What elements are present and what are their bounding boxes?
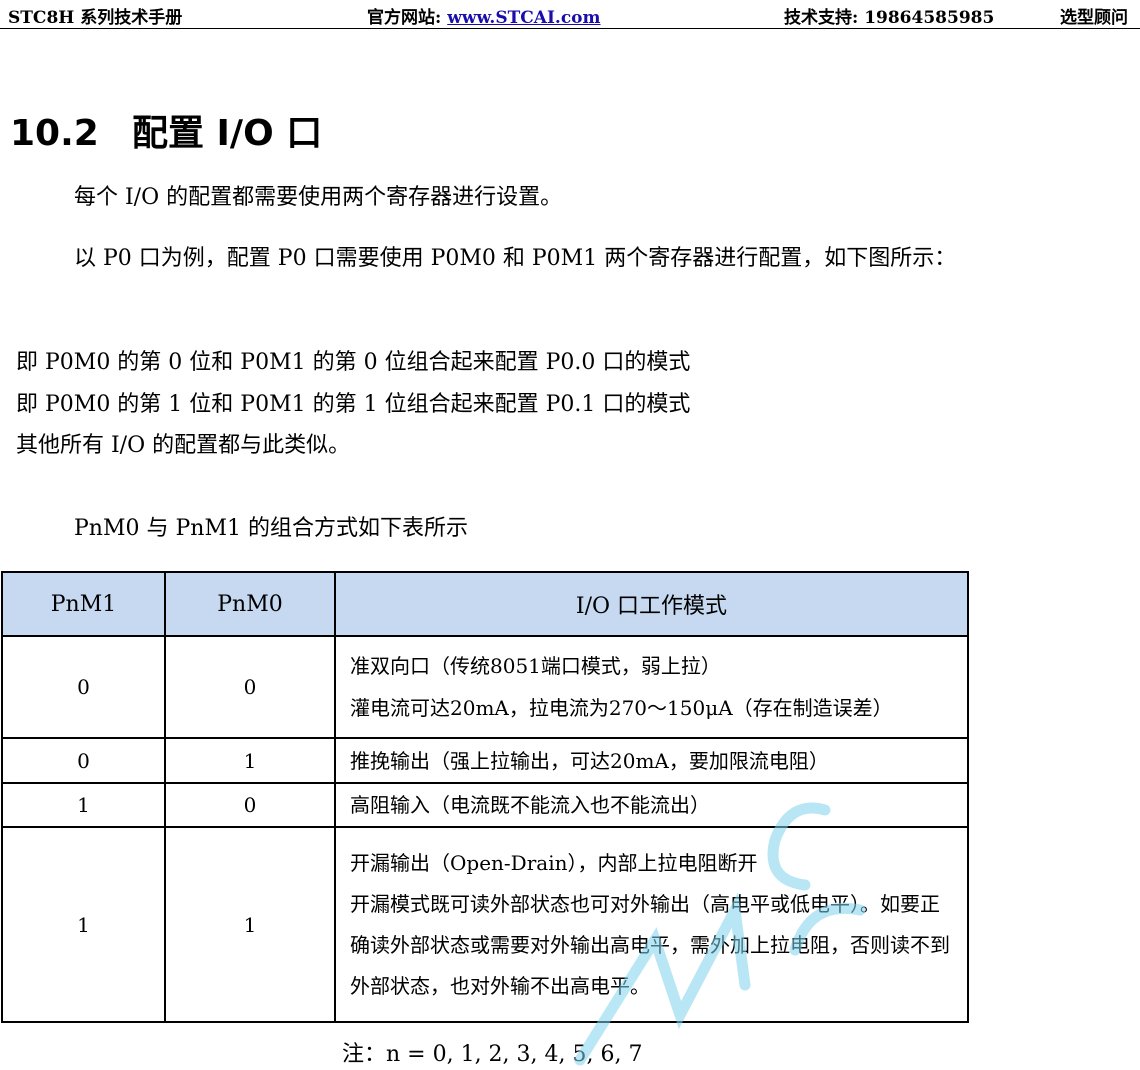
page-header: STC8H 系列技术手册 官方网站: www.STCAI.com 技术支持: 1… xyxy=(0,0,1140,30)
cell-mode: 开漏输出（Open-Drain），内部上拉电阻断开 开漏模式既可读外部状态也可对… xyxy=(334,826,969,1023)
website-label: 官方网站: xyxy=(367,8,448,28)
mode-line: 高阻输入（电流既不能流入也不能流出） xyxy=(350,793,710,817)
mode-line: 推挽输出（强上拉输出，可达20mA，要加限流电阻） xyxy=(350,748,829,773)
manual-title: STC8H 系列技术手册 xyxy=(8,8,183,28)
table-caption: PnM0 与 PnM1 的组合方式如下表所示 xyxy=(74,516,468,541)
cell-pnm0: 1 xyxy=(164,826,336,1023)
paragraph-bit0: 即 P0M0 的第 0 位和 P0M1 的第 0 位组合起来配置 P0.0 口的… xyxy=(16,350,691,375)
table-header-row: PnM1 PnM0 I/O 口工作模式 xyxy=(1,571,969,637)
table-row: 1 1 开漏输出（Open-Drain），内部上拉电阻断开 开漏模式既可读外部状… xyxy=(1,826,969,1023)
cell-pnm1: 1 xyxy=(1,826,166,1023)
table-row: 1 0 高阻输入（电流既不能流入也不能流出） xyxy=(1,782,969,828)
cell-pnm1: 0 xyxy=(1,635,166,739)
mode-line: 开漏输出（Open-Drain），内部上拉电阻断开 xyxy=(350,851,758,875)
col-header-mode: I/O 口工作模式 xyxy=(334,571,969,637)
cell-mode: 高阻输入（电流既不能流入也不能流出） xyxy=(334,782,969,828)
cell-pnm1: 1 xyxy=(1,782,166,828)
cell-pnm1: 0 xyxy=(1,737,166,784)
paragraph-intro: 每个 I/O 的配置都需要使用两个寄存器进行设置。 xyxy=(74,185,563,210)
mode-line: 灌电流可达20mA，拉电流为270～150μA（存在制造误差） xyxy=(350,696,893,720)
cell-mode: 推挽输出（强上拉输出，可达20mA，要加限流电阻） xyxy=(334,737,969,784)
table-row: 0 1 推挽输出（强上拉输出，可达20mA，要加限流电阻） xyxy=(1,737,969,784)
header-divider xyxy=(0,28,1140,29)
table-row: 0 0 准双向口（传统8051端口模式，弱上拉） 灌电流可达20mA，拉电流为2… xyxy=(1,635,969,739)
paragraph-bit1: 即 P0M0 的第 1 位和 P0M1 的第 1 位组合起来配置 P0.1 口的… xyxy=(16,392,691,417)
col-header-pnm1: PnM1 xyxy=(1,571,166,637)
table-note: 注：n = 0, 1, 2, 3, 4, 5, 6, 7 xyxy=(342,1042,643,1067)
paragraph-example: 以 P0 口为例，配置 P0 口需要使用 P0M0 和 P0M1 两个寄存器进行… xyxy=(74,246,957,271)
cell-pnm0: 1 xyxy=(164,737,336,784)
col-header-pnm0: PnM0 xyxy=(164,571,336,637)
paragraph-others: 其他所有 I/O 的配置都与此类似。 xyxy=(16,433,351,458)
io-mode-table: PnM1 PnM0 I/O 口工作模式 0 0 准双向口（传统8051端口模式，… xyxy=(1,571,969,1023)
website-link[interactable]: www.STCAI.com xyxy=(447,8,600,28)
cell-pnm0: 0 xyxy=(164,635,336,739)
consult-info: 选型顾问 xyxy=(1060,8,1128,28)
cell-pnm0: 0 xyxy=(164,782,336,828)
mode-line: 准双向口（传统8051端口模式，弱上拉） xyxy=(350,654,721,678)
support-info: 技术支持: 19864585985 xyxy=(784,8,995,28)
section-number: 10.2 xyxy=(10,113,99,154)
website-info: 官方网站: www.STCAI.com xyxy=(367,3,601,28)
mode-line: 开漏模式既可读外部状态也可对外输出（高电平或低电平）。如要正确读外部状态或需要对… xyxy=(350,892,950,998)
section-title: 配置 I/O 口 xyxy=(132,113,323,154)
section-heading: 10.2 配置 I/O 口 xyxy=(10,112,322,156)
cell-mode: 准双向口（传统8051端口模式，弱上拉） 灌电流可达20mA，拉电流为270～1… xyxy=(334,635,969,739)
